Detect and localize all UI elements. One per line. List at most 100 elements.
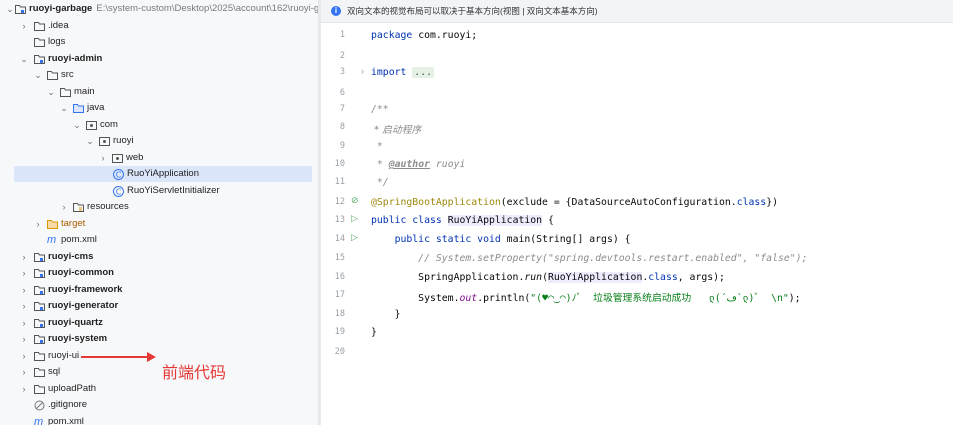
- tree-item-main[interactable]: ⌄ main: [0, 84, 318, 101]
- chevron-right-icon[interactable]: ›: [20, 348, 28, 365]
- tree-item-root[interactable]: ⌄ ruoyi-garbage E:\system-custom\Desktop\…: [0, 1, 318, 18]
- run-icon[interactable]: ▷: [351, 232, 358, 243]
- module-folder-icon: [34, 334, 45, 344]
- code-line-17[interactable]: System.out.println("(♥◠‿◠)ﾉﾞ 垃圾管理系统启动成功 …: [371, 290, 800, 304]
- tree-item-label: ruoyi-cms: [48, 250, 94, 262]
- tree-item-label: com: [100, 118, 118, 130]
- chevron-right-icon[interactable]: ›: [20, 315, 28, 332]
- line-number: 6: [339, 88, 345, 98]
- bidi-notification-banner: i 双向文本的视觉布局可以取决于基本方向(视图 | 双向文本基本方向): [321, 0, 953, 23]
- tree-item-logs[interactable]: logs: [0, 34, 318, 51]
- tree-item-ruoyi-ui[interactable]: › ruoyi-ui: [0, 348, 318, 365]
- code-line-19[interactable]: }: [371, 327, 377, 338]
- chevron-down-icon[interactable]: ⌄: [47, 84, 55, 101]
- module-folder-icon: [34, 54, 45, 64]
- root-project-name: ruoyi-garbage: [29, 3, 93, 14]
- tree-item-ruoyi-admin[interactable]: ⌄ ruoyi-admin: [0, 51, 318, 68]
- tree-item-web[interactable]: › web: [0, 150, 318, 167]
- folder-icon: [34, 37, 45, 47]
- chevron-down-icon[interactable]: ⌄: [60, 100, 68, 117]
- tree-item-pom-admin[interactable]: m pom.xml: [0, 232, 318, 249]
- tree-item-java[interactable]: ⌄ java: [0, 100, 318, 117]
- tree-item-label: ruoyi-common: [48, 267, 114, 278]
- tree-item-label: pom.xml: [48, 415, 84, 425]
- tree-item-ruoyi[interactable]: ⌄ ruoyi: [0, 133, 318, 150]
- tree-item-resources[interactable]: › resources: [0, 199, 318, 216]
- folder-icon: [34, 351, 45, 361]
- folder-icon: [34, 367, 45, 377]
- code-line-12[interactable]: @SpringBootApplication(exclude = {DataSo…: [371, 197, 778, 208]
- code-line-1[interactable]: package com.ruoyi;: [371, 30, 477, 41]
- code-line-18[interactable]: }: [371, 309, 401, 320]
- code-line-3[interactable]: import ...: [371, 67, 434, 78]
- project-tree[interactable]: ⌄ ruoyi-garbage E:\system-custom\Desktop\…: [0, 0, 318, 425]
- frontend-code-annotation: 前端代码: [162, 363, 227, 382]
- chevron-right-icon[interactable]: ›: [20, 381, 28, 398]
- tree-item-label: logs: [48, 36, 66, 47]
- code-line-11[interactable]: */: [371, 177, 389, 188]
- tree-item-target[interactable]: › target: [0, 216, 318, 233]
- chevron-right-icon[interactable]: ›: [20, 249, 28, 266]
- tree-item-label: .idea: [48, 19, 69, 31]
- chevron-right-icon[interactable]: ›: [20, 265, 28, 282]
- tree-item-src[interactable]: ⌄ src: [0, 67, 318, 84]
- tree-item-ruoyi-application[interactable]: C RuoYiApplication: [0, 166, 318, 183]
- chevron-right-icon[interactable]: ›: [20, 364, 28, 381]
- tree-item-gitignore[interactable]: .gitignore: [0, 397, 318, 414]
- code-line-8[interactable]: * 启动程序: [371, 122, 421, 136]
- code-editor[interactable]: i 双向文本的视觉布局可以取决于基本方向(视图 | 双向文本基本方向) 1 2 …: [321, 0, 953, 425]
- code-line-10[interactable]: * @author ruoyi: [371, 159, 466, 170]
- code-line-9[interactable]: *: [371, 141, 383, 152]
- tree-item-ruoyi-common[interactable]: › ruoyi-common: [0, 265, 318, 282]
- line-number: 14: [334, 234, 345, 244]
- tree-item-ruoyi-framework[interactable]: › ruoyi-framework: [0, 282, 318, 299]
- line-number: 12: [334, 197, 345, 207]
- code-line-15[interactable]: // System.setProperty("spring.devtools.r…: [371, 253, 807, 264]
- chevron-right-icon[interactable]: ›: [34, 216, 42, 233]
- tree-item-uploadpath[interactable]: › uploadPath: [0, 381, 318, 398]
- resources-folder-icon: [73, 202, 84, 212]
- chevron-right-icon[interactable]: ›: [99, 150, 107, 167]
- chevron-down-icon[interactable]: ⌄: [6, 1, 14, 18]
- tree-item-ruoyi-generator[interactable]: › ruoyi-generator: [0, 298, 318, 315]
- line-number: 2: [339, 51, 345, 61]
- chevron-right-icon[interactable]: ›: [20, 298, 28, 315]
- code-line-13[interactable]: public class RuoYiApplication {: [371, 215, 554, 226]
- line-number: 18: [334, 309, 345, 319]
- chevron-right-icon[interactable]: ›: [20, 282, 28, 299]
- chevron-right-icon[interactable]: ›: [20, 331, 28, 348]
- code-line-7[interactable]: /**: [371, 104, 389, 115]
- maven-icon: m: [34, 415, 44, 425]
- tree-item-label: pom.xml: [61, 234, 97, 245]
- chevron-right-icon[interactable]: ›: [20, 18, 28, 35]
- chevron-right-icon[interactable]: ›: [60, 199, 68, 216]
- tree-item-com[interactable]: ⌄ com: [0, 117, 318, 134]
- tree-item-ruoyi-quartz[interactable]: › ruoyi-quartz: [0, 315, 318, 332]
- tree-item-label: resources: [87, 201, 129, 212]
- tree-item-label: java: [87, 102, 105, 113]
- tree-item-label: ruoyi-quartz: [48, 316, 103, 328]
- fold-arrow-icon[interactable]: ›: [361, 66, 364, 76]
- line-number: 9: [339, 141, 345, 151]
- code-line-16[interactable]: SpringApplication.run(RuoYiApplication.c…: [371, 272, 725, 283]
- tree-item-ruoyi-system[interactable]: › ruoyi-system: [0, 331, 318, 348]
- tree-item-label: ruoyi-ui: [48, 349, 80, 361]
- tree-item-sql[interactable]: › sql: [0, 364, 318, 381]
- chevron-down-icon[interactable]: ⌄: [86, 133, 94, 150]
- chevron-down-icon[interactable]: ⌄: [20, 51, 28, 68]
- line-number: 13: [334, 215, 345, 225]
- folded-imports[interactable]: ...: [412, 67, 434, 78]
- tree-item-label: RuoYiServletInitializer: [127, 184, 220, 196]
- folder-icon: [60, 87, 71, 97]
- tree-item-servlet-initializer[interactable]: C RuoYiServletInitializer: [0, 183, 318, 200]
- tree-item-pom-root[interactable]: m pom.xml: [0, 414, 318, 425]
- chevron-down-icon[interactable]: ⌄: [34, 67, 42, 84]
- code-line-14[interactable]: public static void main(String[] args) {: [371, 234, 631, 245]
- package-icon: [86, 120, 97, 130]
- spring-bean-icon[interactable]: ⊘: [351, 195, 359, 206]
- run-icon[interactable]: ▷: [351, 213, 358, 224]
- tree-item-idea[interactable]: › .idea: [0, 18, 318, 35]
- chevron-down-icon[interactable]: ⌄: [73, 117, 81, 134]
- line-number: 3: [339, 67, 345, 77]
- tree-item-ruoyi-cms[interactable]: › ruoyi-cms: [0, 249, 318, 266]
